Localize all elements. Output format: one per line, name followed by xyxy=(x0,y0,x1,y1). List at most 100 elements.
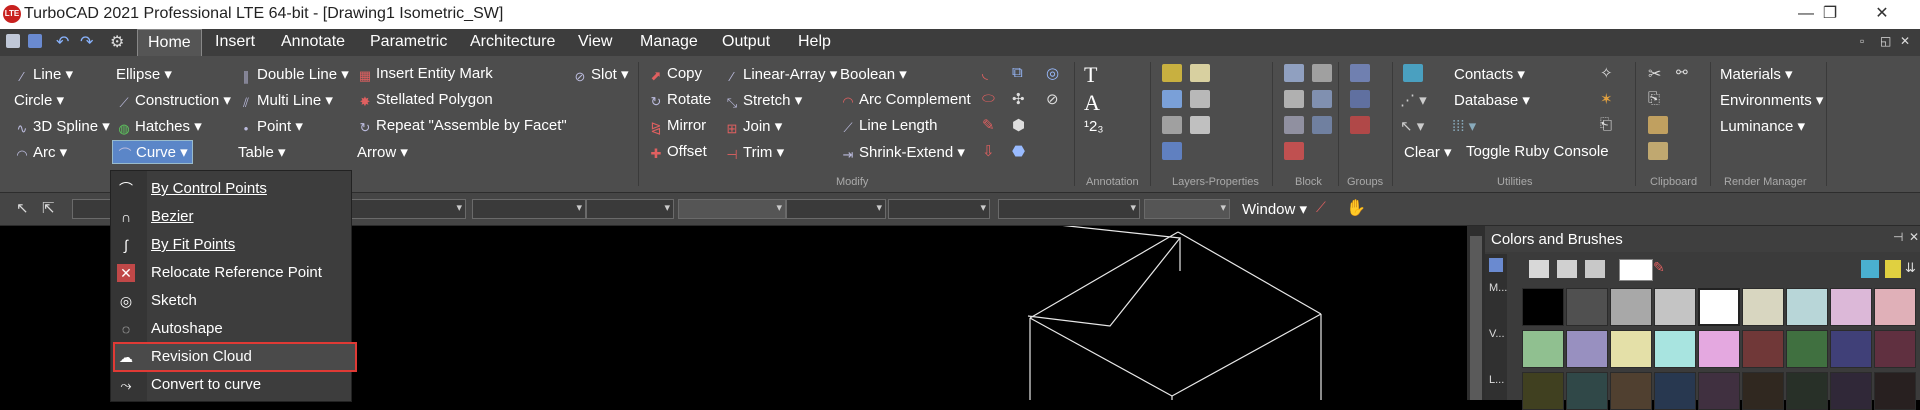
dots-grid-button[interactable]: ⁞⁞⁞ ▾ xyxy=(1452,117,1476,135)
brush-palette-2-icon[interactable] xyxy=(1557,260,1577,278)
side-label-m[interactable]: M... xyxy=(1489,282,1507,294)
meta-icon[interactable]: ◎ xyxy=(1046,64,1066,82)
link-icon[interactable]: ⚯ xyxy=(1676,64,1696,82)
copy-clip-icon[interactable]: ⎘ xyxy=(1648,90,1668,108)
pen-icon[interactable]: ✎ xyxy=(982,116,1002,134)
mdi-restore-button[interactable]: ◱ xyxy=(1880,34,1891,48)
color-swatch[interactable] xyxy=(1742,288,1784,326)
insert-entity-mark-button[interactable]: ▦ Insert Entity Mark xyxy=(357,65,493,83)
scrollbar-thumb[interactable] xyxy=(1470,236,1482,400)
color-swatch[interactable] xyxy=(1786,372,1828,410)
color-swatch[interactable] xyxy=(1654,288,1696,326)
stellated-polygon-button[interactable]: ✸ Stellated Polygon xyxy=(357,91,493,109)
color-swatch[interactable] xyxy=(1522,288,1564,326)
fillet-icon[interactable]: ◟ xyxy=(982,64,1002,82)
side-label-l[interactable]: L... xyxy=(1489,374,1504,386)
menu-parametric[interactable]: Parametric xyxy=(370,33,447,51)
chamfer-icon[interactable]: ⬭ xyxy=(982,90,1002,108)
menu-architecture[interactable]: Architecture xyxy=(470,33,555,51)
construction-button[interactable]: ⟋ Construction ▾ xyxy=(116,91,230,110)
color-swatch[interactable] xyxy=(1742,372,1784,410)
color-swatch[interactable] xyxy=(1830,330,1872,368)
color-swatch[interactable] xyxy=(1786,330,1828,368)
select-tool-icon[interactable]: ⇱ xyxy=(42,199,55,217)
window-dropdown[interactable]: Window ▾ xyxy=(1242,200,1307,218)
group-explode-icon[interactable] xyxy=(1350,90,1370,108)
color-swatch[interactable] xyxy=(1874,330,1916,368)
mdi-close-button[interactable]: ✕ xyxy=(1900,34,1910,48)
color-swatch[interactable] xyxy=(1654,372,1696,410)
block-attr-icon[interactable] xyxy=(1284,142,1304,160)
pick-icon[interactable]: ⟋ xyxy=(1316,199,1326,216)
3d-spline-button[interactable]: ∿ 3D Spline ▾ xyxy=(14,117,110,136)
numbering-icon[interactable]: ¹2₃ xyxy=(1084,118,1103,135)
utility-lines-button[interactable]: ⋰ ▾ xyxy=(1400,91,1427,109)
menu-annotate[interactable]: Annotate xyxy=(281,33,345,51)
app-menu-icon[interactable] xyxy=(6,34,20,48)
style-combo[interactable] xyxy=(586,199,674,219)
brush-palette-3-icon[interactable] xyxy=(1585,260,1605,278)
no-icon[interactable]: ⊘ xyxy=(1046,90,1066,108)
rotate-button[interactable]: ↻ Rotate xyxy=(648,91,712,109)
select-icon[interactable] xyxy=(1162,90,1182,108)
vertical-scrollbar[interactable] xyxy=(1467,226,1485,400)
stretch-button[interactable]: ⤡ Stretch ▾ xyxy=(724,91,802,110)
multi-line-button[interactable]: ⫽ Multi Line ▾ xyxy=(238,91,333,110)
color-swatch[interactable] xyxy=(1874,288,1916,326)
slot-button[interactable]: ⊘ Slot ▾ xyxy=(572,65,629,84)
color-swatch[interactable] xyxy=(1786,288,1828,326)
brush-palette-icon[interactable] xyxy=(1529,260,1549,278)
mirror-button[interactable]: ⧎ Mirror xyxy=(648,117,707,135)
toggle-ruby-console-button[interactable]: Toggle Ruby Console xyxy=(1466,143,1609,160)
tag-icon[interactable] xyxy=(1312,64,1332,82)
shrink-extend-button[interactable]: ⇥ Shrink-Extend ▾ xyxy=(840,143,965,162)
curve-menu-item[interactable]: ✕ Relocate Reference Point xyxy=(111,259,351,287)
menu-manage[interactable]: Manage xyxy=(640,33,698,51)
trim-button[interactable]: ⊣ Trim ▾ xyxy=(724,143,784,162)
color-swatch[interactable] xyxy=(1566,288,1608,326)
color-swatch[interactable] xyxy=(1522,330,1564,368)
explode-icon[interactable]: ⧉ xyxy=(1012,64,1032,82)
line-length-button[interactable]: ⟋ Line Length xyxy=(840,117,937,135)
contacts-button[interactable]: Contacts ▾ xyxy=(1454,65,1525,83)
brush-icon[interactable] xyxy=(1190,116,1210,134)
palette-menu-icon[interactable]: ⇊ xyxy=(1905,260,1916,276)
wand-icon[interactable]: ✧ xyxy=(1600,64,1620,82)
color-swatch[interactable] xyxy=(1566,330,1608,368)
color-swatch[interactable] xyxy=(1698,330,1740,368)
curve-menu-item[interactable]: ◌ Autoshape xyxy=(111,315,351,343)
hatches-button[interactable]: ◍ Hatches ▾ xyxy=(116,117,201,136)
block-explode-icon[interactable] xyxy=(1312,116,1332,134)
rainbow-icon[interactable] xyxy=(1403,64,1423,82)
curve-menu-item[interactable]: ☁ Revision Cloud xyxy=(111,342,357,372)
gear-icon[interactable]: ⚙ xyxy=(110,32,124,52)
line-button[interactable]: ∕ Line ▾ xyxy=(14,65,73,84)
current-color-swatch[interactable] xyxy=(1619,259,1653,281)
star-icon[interactable]: ✶ xyxy=(1600,90,1620,108)
curve-menu-item[interactable]: ∫ By Fit Points xyxy=(111,231,351,259)
break-icon[interactable]: ⇩ xyxy=(982,142,1002,160)
text-tool-icon[interactable]: T xyxy=(1084,62,1097,88)
export-icon[interactable]: ⎗ xyxy=(1600,116,1620,134)
luminance-button[interactable]: Luminance ▾ xyxy=(1720,117,1805,135)
shape-icon[interactable]: ⬢ xyxy=(1012,116,1032,134)
menu-output[interactable]: Output xyxy=(722,33,770,51)
undo-icon[interactable]: ↶ xyxy=(56,32,69,52)
scale-combo[interactable] xyxy=(1144,199,1230,219)
block-palette-icon[interactable] xyxy=(1284,90,1304,108)
table-grid-icon[interactable] xyxy=(1162,142,1182,160)
view-combo[interactable] xyxy=(998,199,1140,219)
color-swatch[interactable] xyxy=(1830,372,1872,410)
arc-button[interactable]: ◠ Arc ▾ xyxy=(14,143,67,162)
color-swatch[interactable] xyxy=(1830,288,1872,326)
mdi-minimize-button[interactable]: ▫ xyxy=(1860,34,1864,48)
copy-button[interactable]: ⬈ Copy xyxy=(648,65,702,83)
utility-pointer-button[interactable]: ↖ ▾ xyxy=(1400,117,1424,135)
curve-menu-item[interactable]: ◎ Sketch xyxy=(111,287,351,315)
repeat-assemble-button[interactable]: ↻ Repeat "Assemble by Facet" xyxy=(357,117,567,135)
materials-button[interactable]: Materials ▾ xyxy=(1720,65,1793,83)
eyedropper-icon[interactable]: ✎ xyxy=(1653,259,1665,276)
ellipse-button[interactable]: Ellipse ▾ xyxy=(116,65,172,83)
side-label-v[interactable]: V... xyxy=(1489,328,1505,340)
arc-complement-button[interactable]: ◠ Arc Complement xyxy=(840,91,970,109)
